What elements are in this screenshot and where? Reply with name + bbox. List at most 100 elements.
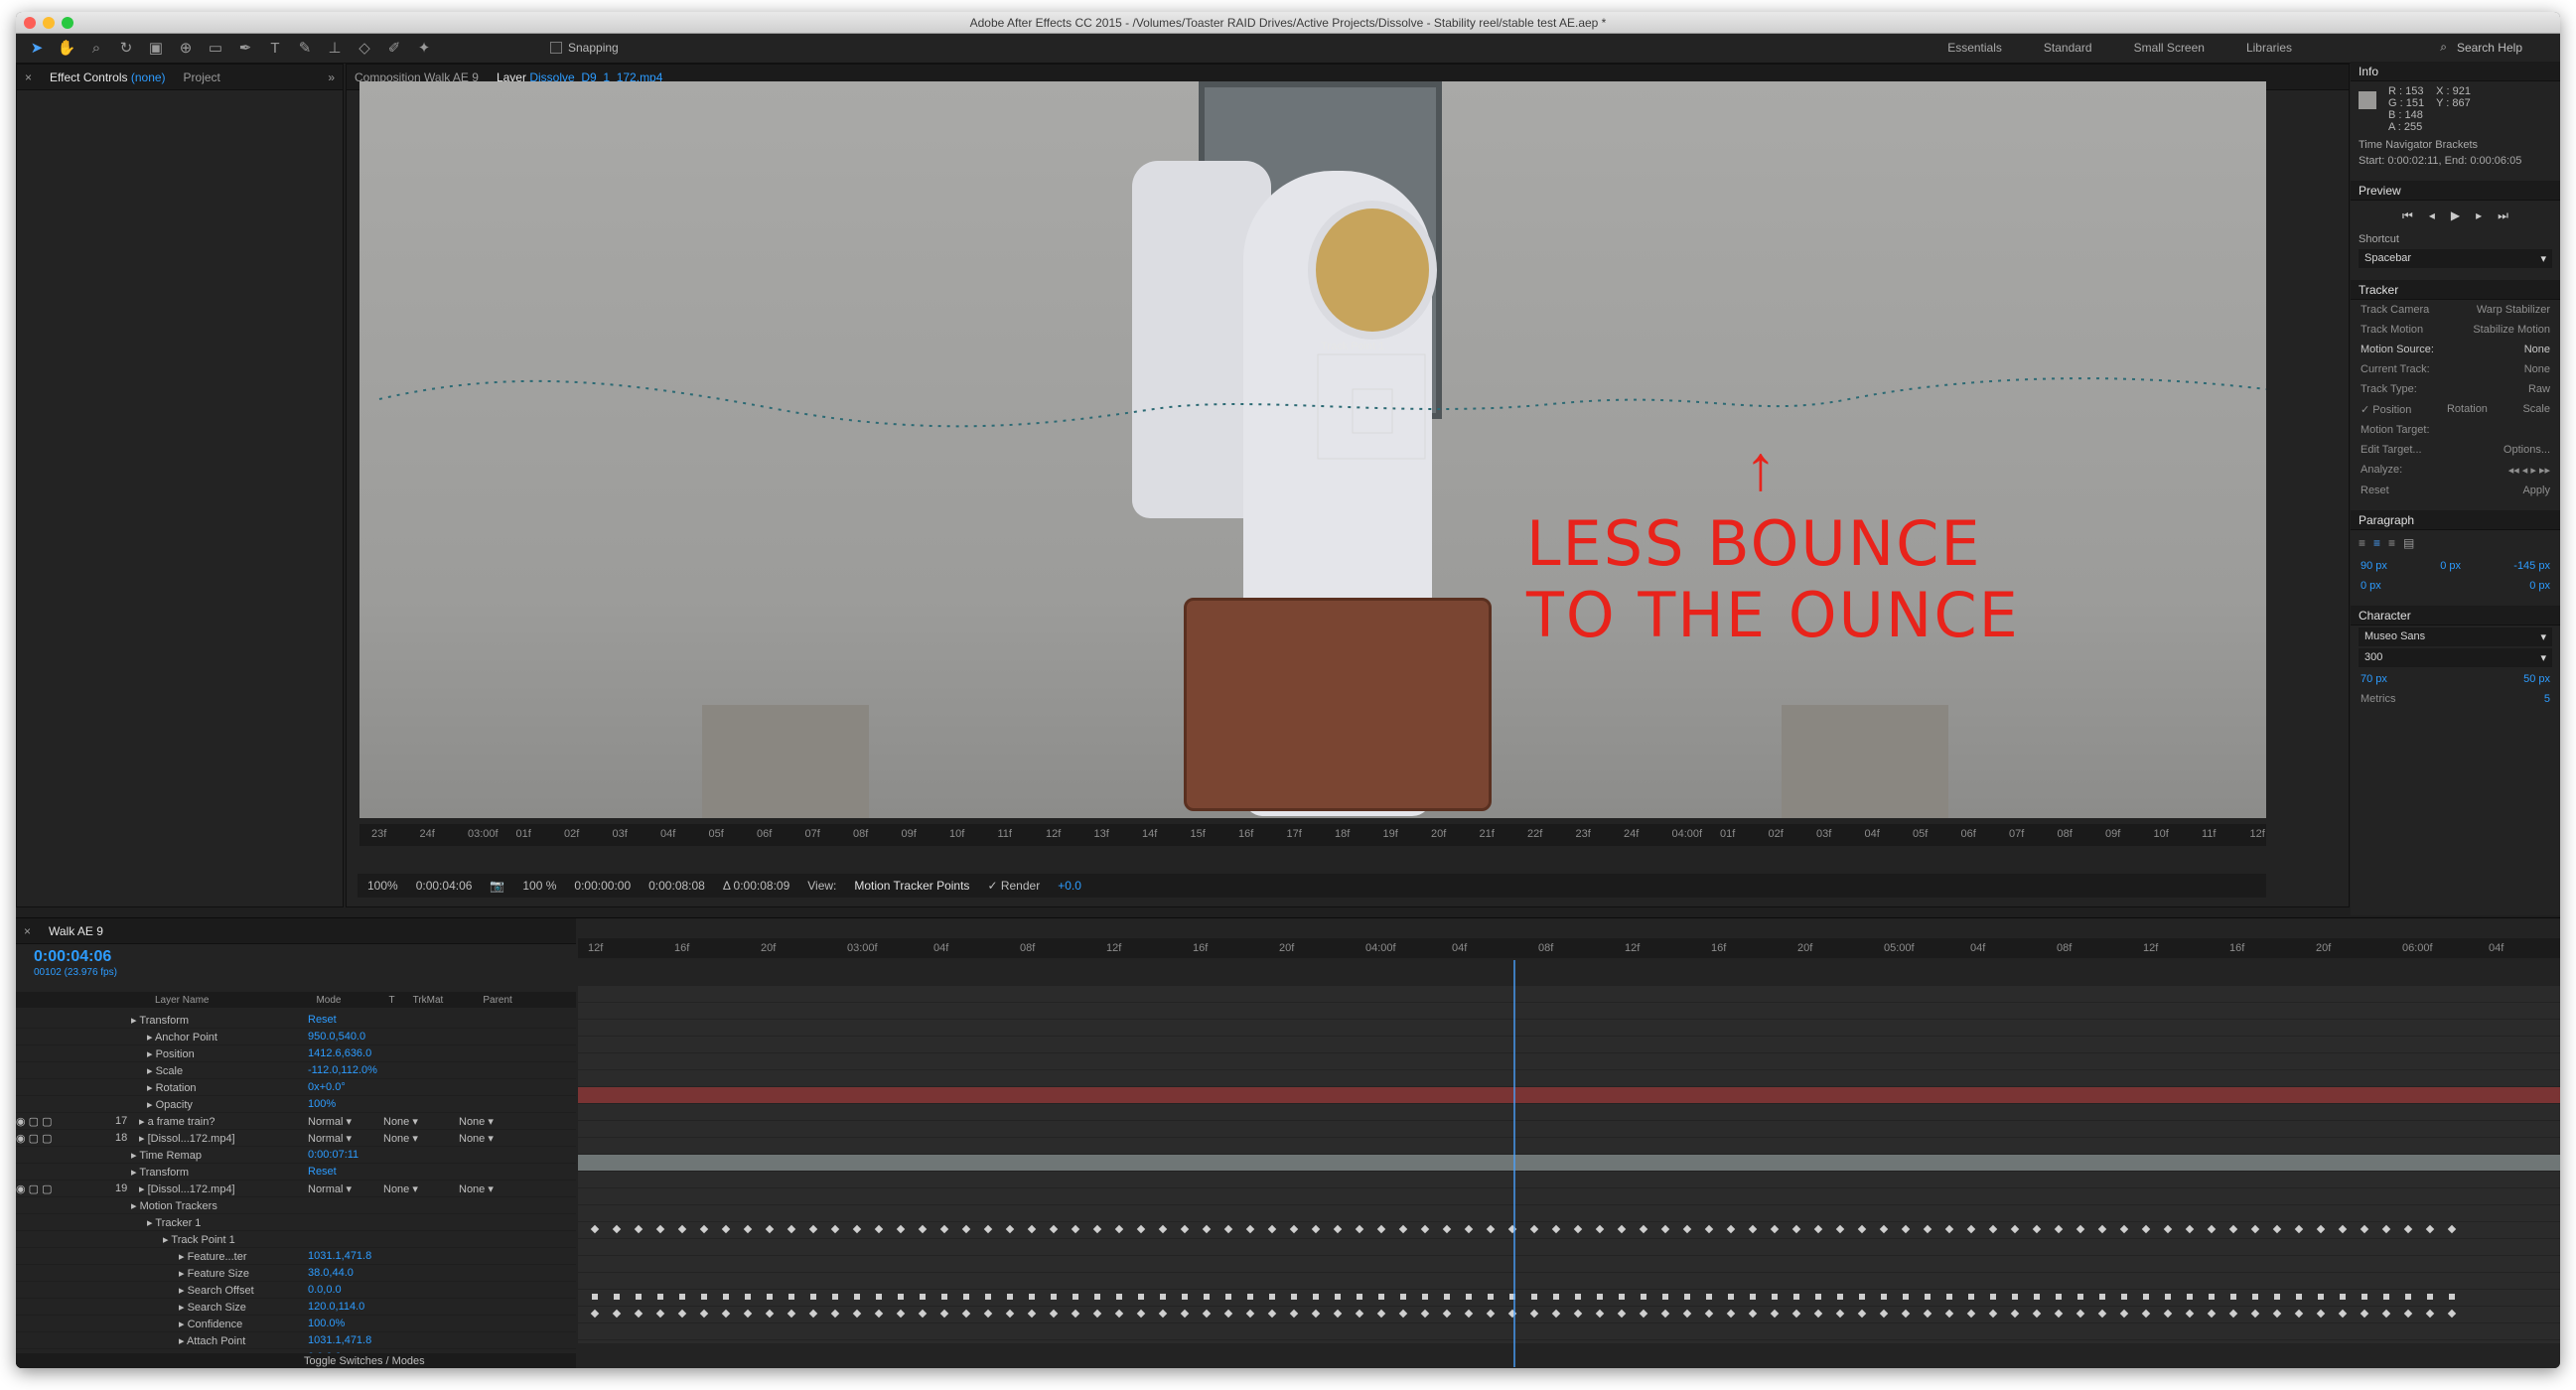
track-row[interactable] <box>578 1256 2560 1273</box>
keyframe-icon[interactable] <box>1464 1309 1474 1319</box>
keyframe-icon[interactable] <box>1311 1309 1321 1319</box>
keyframe-icon[interactable] <box>1793 1294 1799 1300</box>
parent-dropdown[interactable]: None ▾ <box>459 1115 534 1128</box>
track-row[interactable] <box>578 1273 2560 1290</box>
mode-dropdown[interactable]: Normal ▾ <box>308 1182 383 1195</box>
keyframe-icon[interactable] <box>1770 1224 1780 1234</box>
keyframe-icon[interactable] <box>1944 1224 1954 1234</box>
keyframe-icon[interactable] <box>2252 1294 2258 1300</box>
keyframe-icon[interactable] <box>2361 1294 2367 1300</box>
keyframe-icon[interactable] <box>1925 1294 1931 1300</box>
keyframe-icon[interactable] <box>1529 1224 1539 1234</box>
current-time-display[interactable]: 0:00:04:06 <box>416 879 473 893</box>
property-value[interactable]: 120.0,114.0 <box>308 1301 364 1313</box>
keyframe-icon[interactable] <box>1726 1224 1736 1234</box>
keyframe-icon[interactable] <box>655 1309 665 1319</box>
keyframe-icon[interactable] <box>963 1294 969 1300</box>
keyframe-icon[interactable] <box>1311 1224 1321 1234</box>
keyframe-icon[interactable] <box>2207 1309 2217 1319</box>
first-frame-icon[interactable]: ⏮ <box>2402 208 2413 223</box>
font-family-dropdown[interactable]: Museo Sans ▾ <box>2359 627 2552 646</box>
keyframe-icon[interactable] <box>2034 1294 2040 1300</box>
keyframe-icon[interactable] <box>2316 1224 2326 1234</box>
keyframe-icon[interactable] <box>1813 1309 1823 1319</box>
property-value[interactable]: 100.0% <box>308 1318 345 1329</box>
keyframe-icon[interactable] <box>939 1224 949 1234</box>
keyframe-icon[interactable] <box>1051 1294 1057 1300</box>
track-row[interactable] <box>578 1205 2560 1222</box>
track-row[interactable] <box>578 1323 2560 1340</box>
keyframe-icon[interactable] <box>898 1294 904 1300</box>
keyframe-icon[interactable] <box>2381 1309 2391 1319</box>
playhead[interactable] <box>1513 960 1515 1367</box>
keyframe-icon[interactable] <box>743 1309 753 1319</box>
parent-dropdown[interactable]: None ▾ <box>459 1132 534 1145</box>
property-row[interactable]: ▸ Time Remap 0:00:07:11 <box>16 1147 576 1164</box>
rotate-tool-icon[interactable]: ↻ <box>115 38 137 60</box>
keyframe-icon[interactable] <box>1313 1294 1319 1300</box>
keyframe-icon[interactable] <box>2381 1224 2391 1234</box>
keyframe-icon[interactable] <box>1791 1309 1801 1319</box>
property-value[interactable]: 100% <box>308 1098 336 1110</box>
keyframe-icon[interactable] <box>1333 1224 1343 1234</box>
keyframe-icon[interactable] <box>787 1224 796 1234</box>
property-row[interactable]: ▸ Tracker 1 <box>16 1214 576 1231</box>
keyframe-icon[interactable] <box>2250 1224 2260 1234</box>
keyframe-icon[interactable] <box>1748 1309 1758 1319</box>
search-help[interactable]: ⌕ Search Help <box>2440 40 2522 55</box>
keyframe-icon[interactable] <box>1289 1309 1299 1319</box>
keyframe-icon[interactable] <box>1748 1224 1758 1234</box>
workspace-libraries[interactable]: Libraries <box>2246 41 2292 55</box>
keyframe-icon[interactable] <box>657 1294 663 1300</box>
keyframe-icon[interactable] <box>1990 1294 1996 1300</box>
keyframe-icon[interactable] <box>2075 1224 2085 1234</box>
warp-stabilizer-button[interactable]: Warp Stabilizer <box>2477 304 2550 316</box>
viewer-time-ruler[interactable]: 23f 24f 03:00f 01f 02f 03f 04f 05f 06f 07f 08f 09f 1… <box>359 824 2266 846</box>
keyframe-icon[interactable] <box>1071 1309 1080 1319</box>
tab-effect-controls[interactable]: Effect Controls (none) <box>50 70 166 84</box>
keyframe-icon[interactable] <box>874 1309 884 1319</box>
keyframe-icon[interactable] <box>1529 1309 1539 1319</box>
keyframe-icon[interactable] <box>1597 1294 1603 1300</box>
close-icon[interactable]: × <box>24 924 31 938</box>
keyframe-icon[interactable] <box>1901 1224 1911 1234</box>
keyframe-icon[interactable] <box>1639 1224 1648 1234</box>
keyframe-icon[interactable] <box>745 1294 751 1300</box>
keyframe-icon[interactable] <box>1223 1224 1233 1234</box>
keyframe-icon[interactable] <box>1442 1224 1452 1234</box>
keyframe-icon[interactable] <box>1923 1309 1932 1319</box>
keyframe-icon[interactable] <box>1859 1294 1865 1300</box>
keyframe-icon[interactable] <box>2403 1224 2413 1234</box>
keyframe-icon[interactable] <box>2228 1309 2238 1319</box>
track-row[interactable] <box>578 1003 2560 1020</box>
property-value[interactable]: 950.0,540.0 <box>308 1031 365 1042</box>
keyframe-icon[interactable] <box>1704 1309 1714 1319</box>
space-after-field[interactable]: 0 px <box>2529 580 2550 592</box>
keyframe-icon[interactable] <box>2097 1309 2107 1319</box>
keyframe-icon[interactable] <box>1879 1224 1889 1234</box>
keyframe-icon[interactable] <box>2360 1309 2369 1319</box>
keyframe-icon[interactable] <box>1180 1224 1190 1234</box>
property-row[interactable]: ▸ Motion Trackers <box>16 1197 576 1214</box>
close-button[interactable] <box>24 17 36 29</box>
keyframe-icon[interactable] <box>743 1224 753 1234</box>
in-point[interactable]: 0:00:00:00 <box>574 879 631 893</box>
indent-right-field[interactable]: 0 px <box>2361 580 2381 592</box>
keyframe-icon[interactable] <box>1355 1224 1364 1234</box>
timeline-timecode[interactable]: 0:00:04:06 <box>34 948 111 966</box>
keyframe-icon[interactable] <box>1835 1309 1845 1319</box>
magnification-dropdown[interactable]: 100% <box>367 879 398 893</box>
keyframe-icon[interactable] <box>1269 1294 1275 1300</box>
track-row[interactable] <box>578 1020 2560 1037</box>
keyframe-icon[interactable] <box>2207 1224 2217 1234</box>
track-row[interactable] <box>578 1222 2560 1239</box>
keyframe-icon[interactable] <box>2165 1294 2171 1300</box>
keyframe-icon[interactable] <box>1376 1224 1386 1234</box>
track-row[interactable] <box>578 1138 2560 1155</box>
leading-field[interactable]: 50 px <box>2523 673 2550 685</box>
tab-walk-ae-9[interactable]: Walk AE 9 <box>49 924 103 938</box>
keyframe-icon[interactable] <box>2272 1224 2282 1234</box>
keyframe-icon[interactable] <box>1289 1224 1299 1234</box>
keyframe-icon[interactable] <box>1092 1309 1102 1319</box>
keyframe-icon[interactable] <box>1223 1309 1233 1319</box>
